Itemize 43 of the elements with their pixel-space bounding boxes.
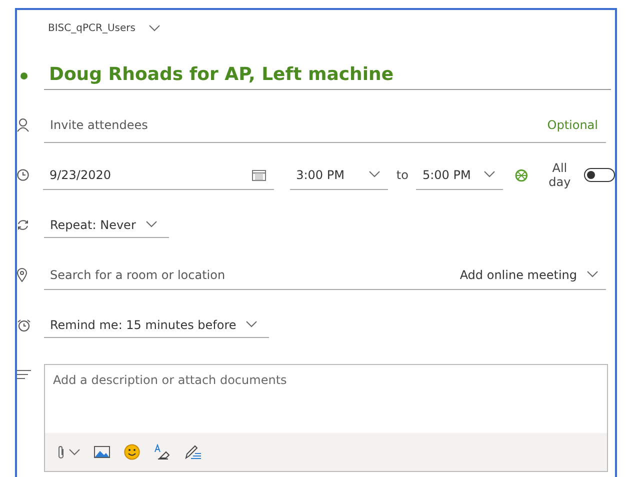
description-placeholder: Add a description or attach documents bbox=[52, 372, 288, 389]
description-lines-icon bbox=[17, 370, 31, 379]
image-icon[interactable] bbox=[94, 446, 110, 458]
to-label: to bbox=[396, 168, 408, 182]
chevron-down-icon bbox=[369, 171, 380, 178]
repeat-icon bbox=[17, 219, 29, 231]
all-day-toggle[interactable]: All day bbox=[540, 161, 615, 189]
chevron-down-icon bbox=[146, 221, 157, 228]
start-time-value: 3:00 PM bbox=[296, 168, 344, 182]
calendar-dropdown[interactable]: BISC_qPCR_Users bbox=[48, 20, 160, 36]
location-pin-icon bbox=[17, 268, 27, 282]
format-eraser-icon[interactable] bbox=[154, 444, 170, 460]
calendar-icon bbox=[252, 168, 266, 180]
optional-link[interactable]: Optional bbox=[547, 118, 598, 132]
chevron-down-icon bbox=[246, 321, 258, 328]
attendees-field[interactable]: Invite attendees Optional bbox=[44, 107, 606, 143]
chevron-down-icon bbox=[484, 171, 495, 178]
chevron-down-icon bbox=[587, 271, 598, 278]
attach-button[interactable] bbox=[57, 444, 80, 460]
date-field[interactable]: 9/23/2020 bbox=[43, 160, 274, 190]
title-field[interactable]: Doug Rhoads for AP, Left machine bbox=[44, 62, 611, 90]
end-time-value: 5:00 PM bbox=[422, 168, 471, 182]
chevron-down-icon bbox=[69, 448, 80, 456]
pen-icon[interactable] bbox=[184, 444, 202, 460]
chevron-down-icon bbox=[149, 24, 160, 32]
start-time-dropdown[interactable]: 3:00 PM bbox=[290, 160, 388, 190]
emoji-icon[interactable] bbox=[124, 444, 140, 460]
paperclip-icon bbox=[57, 444, 65, 460]
clock-icon bbox=[17, 169, 29, 181]
date-value: 9/23/2020 bbox=[49, 168, 111, 182]
description-box[interactable]: Add a description or attach documents bbox=[44, 364, 608, 472]
location-field[interactable]: Search for a room or location Add online meeting bbox=[44, 260, 606, 290]
location-placeholder: Search for a room or location bbox=[50, 268, 226, 282]
alarm-clock-icon bbox=[17, 318, 31, 332]
toggle-switch[interactable] bbox=[584, 168, 615, 182]
person-icon bbox=[17, 118, 29, 132]
online-meeting-dropdown[interactable]: Add online meeting bbox=[460, 268, 598, 282]
dot-icon bbox=[20, 72, 28, 80]
attendees-placeholder: Invite attendees bbox=[50, 118, 148, 132]
reminder-dropdown[interactable]: Remind me: 15 minutes before bbox=[44, 312, 270, 338]
repeat-dropdown[interactable]: Repeat: Never bbox=[44, 212, 169, 238]
globe-icon bbox=[515, 168, 528, 182]
end-time-dropdown[interactable]: 5:00 PM bbox=[416, 160, 503, 190]
